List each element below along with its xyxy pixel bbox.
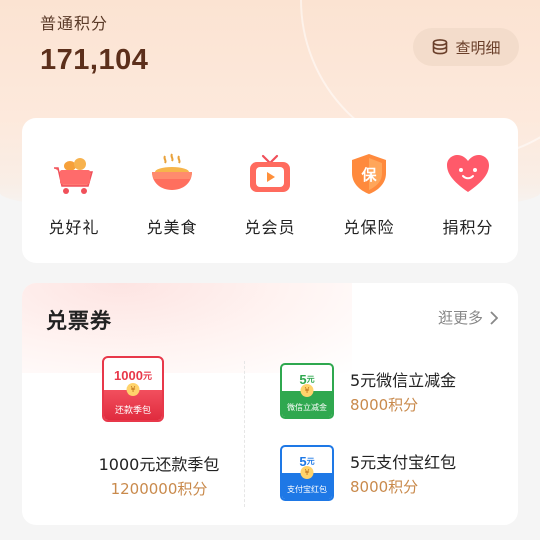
category-label: 兑会员 [244,218,296,237]
category-food[interactable]: 兑美食 [132,148,212,238]
category-label: 捐积分 [442,218,494,237]
coupon-amount: 1000 [114,367,143,383]
category-donate[interactable]: 捐积分 [428,148,508,238]
more-vouchers-label: 逛更多 [437,309,483,327]
points-balance: 171,104 [40,44,149,76]
coin-icon: ¥ [300,384,314,397]
coupon-unit: 元 [306,374,315,384]
voucher-points: 8000积分 [350,478,419,496]
coin-stack-icon [433,39,448,55]
voucher-wechat[interactable]: 5元 ¥ 微信立减金 5元微信立减金 8000积分 [280,363,510,423]
category-gifts[interactable]: 兑好礼 [34,148,114,238]
svg-text:保: 保 [360,166,377,184]
tv-play-icon [250,154,290,192]
shopping-cart-icon [54,158,93,194]
heart-icon [447,155,489,192]
points-label: 普通积分 [40,14,109,33]
category-membership[interactable]: 兑会员 [230,148,310,238]
voucher-name: 5元支付宝红包 [350,453,457,472]
view-details-button[interactable]: 查明细 [413,28,519,66]
coupon-unit: 元 [142,370,152,381]
coupon-badge: 1000 元 ¥ 还款季包 [102,356,164,422]
category-label: 兑美食 [146,218,198,237]
coupon-caption: 支付宝红包 [287,485,327,494]
category-label: 兑保险 [343,218,395,237]
chevron-right-icon [490,310,498,325]
category-panel: 兑好礼 兑美食 兑会员 保 兑保险 捐积分 [22,118,518,263]
coupon-unit: 元 [306,456,315,466]
voucher-panel: 兑票券 逛更多 1000 元 ¥ 还款季包 1000元还款季包 1200000积分 … [22,283,518,525]
voucher-points: 1200000积分 [110,480,208,498]
coupon-caption: 微信立减金 [287,403,327,412]
food-bowl-icon [152,153,192,190]
more-vouchers-link[interactable]: 逛更多 [438,307,498,328]
voucher-points: 8000积分 [350,396,419,414]
category-label: 兑好礼 [48,218,100,237]
voucher-name: 1000元还款季包 [98,455,220,474]
coupon-badge: 5元 ¥ 微信立减金 [280,363,334,419]
insurance-shield-icon: 保 [352,154,386,194]
voucher-section-title: 兑票券 [46,309,112,333]
voucher-alipay[interactable]: 5元 ¥ 支付宝红包 5元支付宝红包 8000积分 [280,445,510,505]
voucher-featured[interactable]: 1000 元 ¥ 还款季包 1000元还款季包 1200000积分 [78,356,238,506]
category-insurance[interactable]: 保 兑保险 [329,148,409,238]
coupon-badge: 5元 ¥ 支付宝红包 [280,445,334,501]
voucher-name: 5元微信立减金 [350,371,457,390]
coupon-caption: 还款季包 [114,406,151,416]
coin-icon: ¥ [300,466,314,479]
coin-icon: ¥ [126,383,140,396]
view-details-label: 查明细 [455,38,501,57]
